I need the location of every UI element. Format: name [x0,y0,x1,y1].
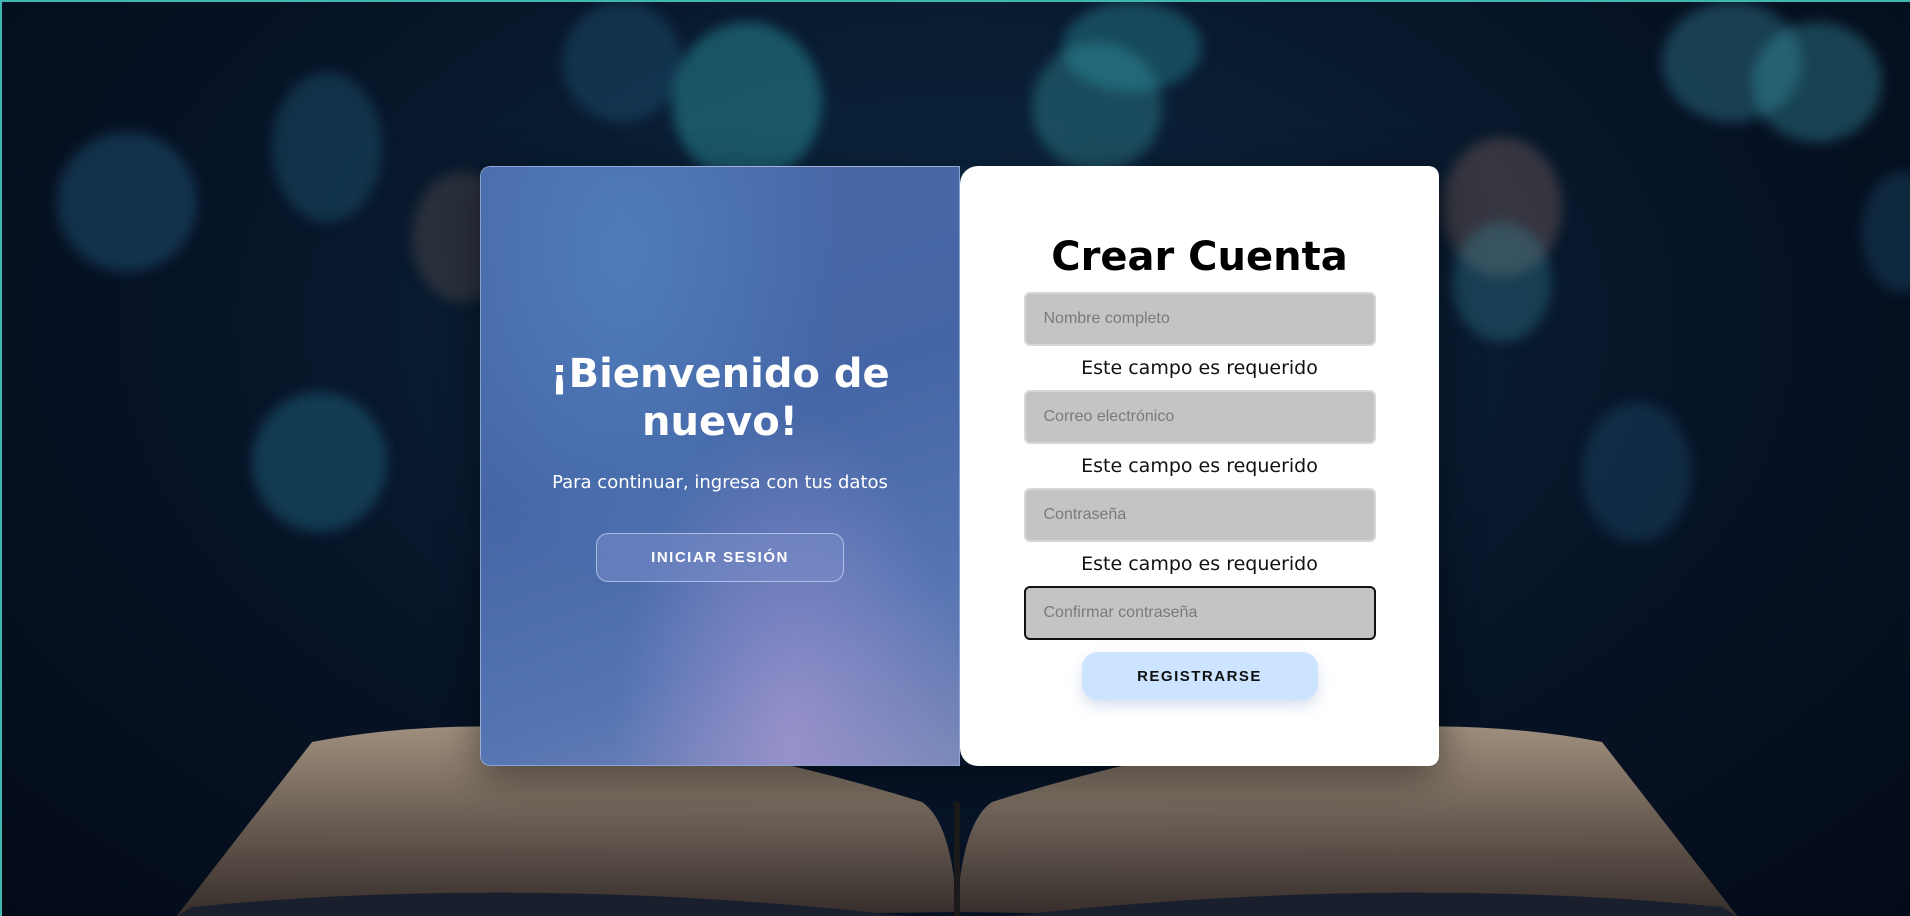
welcome-title: ¡Bienvenido de nuevo! [550,351,890,445]
bokeh-light [1752,22,1882,142]
bokeh-light [1862,172,1910,292]
bokeh-light [672,22,822,182]
password-error: Este campo es requerido [1081,553,1318,575]
bokeh-light [1062,2,1202,92]
bokeh-light [272,72,382,222]
bokeh-light [1452,222,1552,342]
login-button[interactable]: INICIAR SESIÓN [596,533,844,582]
register-button[interactable]: REGISTRARSE [1081,652,1318,700]
full-name-input[interactable] [1023,292,1376,346]
register-panel: Crear Cuenta Este campo es requerido Est… [960,166,1439,766]
welcome-panel: ¡Bienvenido de nuevo! Para continuar, in… [480,166,960,766]
auth-card: ¡Bienvenido de nuevo! Para continuar, in… [480,166,1439,766]
full-name-error: Este campo es requerido [1081,357,1318,379]
register-title: Crear Cuenta [1051,234,1348,280]
bokeh-light [252,392,387,532]
welcome-subtitle: Para continuar, ingresa con tus datos [552,472,888,493]
email-input[interactable] [1023,390,1376,444]
bokeh-light [1582,402,1692,542]
confirm-password-input[interactable] [1023,586,1376,640]
bokeh-light [562,2,682,122]
email-error: Este campo es requerido [1081,455,1318,477]
password-input[interactable] [1023,488,1376,542]
background: ¡Bienvenido de nuevo! Para continuar, in… [0,0,1910,916]
bokeh-light [57,132,197,272]
